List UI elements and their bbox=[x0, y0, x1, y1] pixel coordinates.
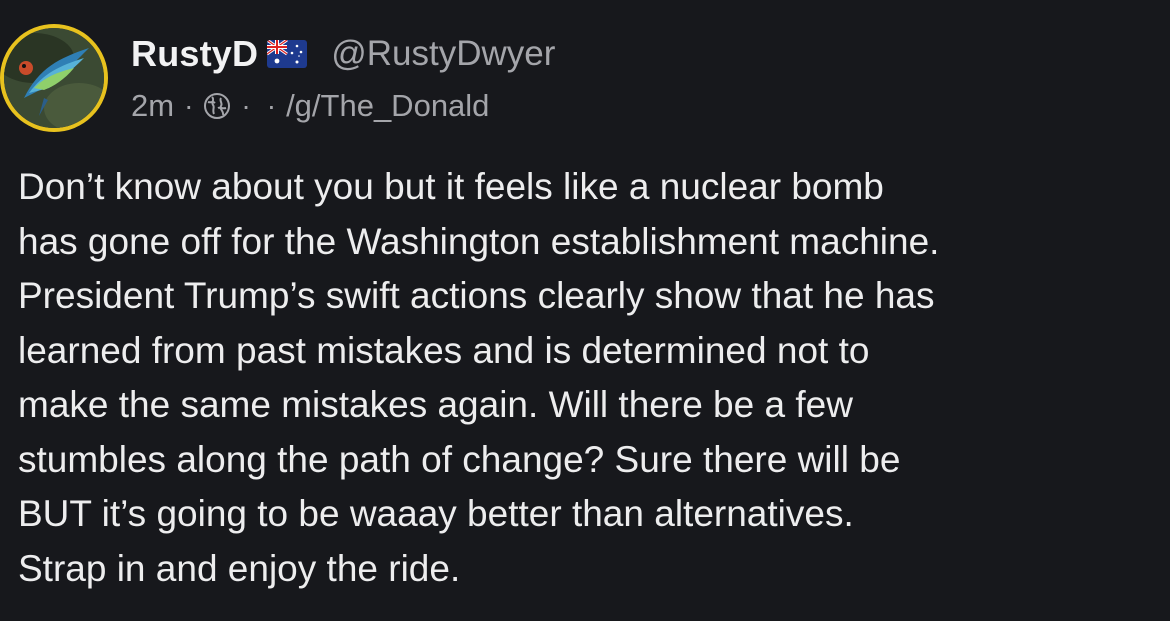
avatar[interactable] bbox=[0, 24, 108, 132]
meta-separator: · bbox=[184, 90, 194, 121]
author-display-name[interactable]: RustyD bbox=[131, 33, 258, 75]
post-body-line: Strap in and enjoy the ride. bbox=[18, 547, 461, 589]
post-body-line: Don’t know about you but it feels like a… bbox=[18, 166, 884, 207]
globe-icon bbox=[203, 92, 231, 120]
meta-separator-3: · bbox=[266, 90, 277, 121]
avatar-bird-image bbox=[4, 28, 104, 128]
post-body-line: make the same mistakes again. Will there… bbox=[18, 384, 853, 425]
meta-separator-2: · bbox=[241, 90, 251, 121]
post-body-line: learned from past mistakes and is determ… bbox=[18, 329, 870, 371]
post-body-line: President Trump’s swift actions clearly … bbox=[18, 275, 935, 316]
community-link[interactable]: /g/The_Donald bbox=[286, 88, 489, 124]
post-header: RustyD @RustyDwyer bbox=[131, 30, 555, 78]
post-body: Don’t know about you but it feels like a… bbox=[18, 160, 1168, 596]
australia-flag-icon bbox=[267, 40, 308, 68]
post-body-line: stumbles along the path of change? Sure … bbox=[18, 438, 901, 480]
post-time: 2m bbox=[131, 88, 175, 123]
post-body-line: BUT it’s going to be waaay better than a… bbox=[18, 493, 854, 534]
post-body-line: has gone off for the Washington establis… bbox=[18, 220, 940, 262]
post-meta: 2m · · · /g/The_Donald bbox=[131, 84, 489, 128]
author-handle[interactable]: @RustyDwyer bbox=[331, 34, 555, 74]
post: RustyD @RustyDwyer 2m · · · /g/The_Donal… bbox=[0, 0, 1170, 621]
